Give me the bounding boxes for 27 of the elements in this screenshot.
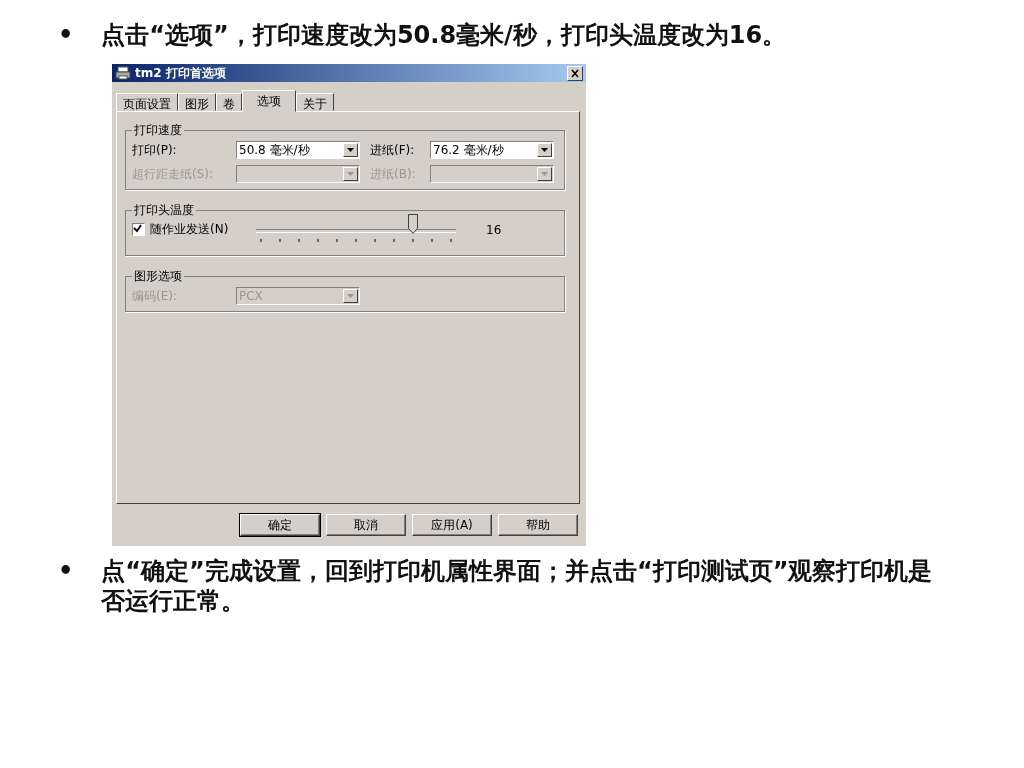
checkbox-label: 随作业发送(N) [150, 221, 229, 238]
slider-value: 16 [486, 223, 502, 237]
tab[interactable]: 选项 [242, 90, 296, 112]
dialog-button[interactable]: 取消 [326, 514, 406, 536]
tab[interactable]: 卷 [216, 93, 242, 111]
bullet: • [58, 556, 74, 587]
instruction-text: 点击“选项”，打印速度改为50.8毫米/秒，打印头温度改为16。 [101, 20, 788, 50]
window-title: tm2 打印首选项 [135, 64, 226, 82]
instruction-text: 点“确定”完成设置，回到打印机属性界面；并点击“打印测试页”观察打印机是否运行正常。 [101, 556, 934, 616]
dialog-button[interactable]: 帮助 [498, 514, 578, 536]
tab[interactable]: 页面设置 [116, 93, 178, 111]
bullet: • [58, 20, 74, 50]
slider-thumb[interactable] [408, 214, 418, 234]
tab[interactable]: 关于 [296, 93, 334, 111]
field-label: 打印(P): [132, 141, 178, 159]
close-button[interactable] [567, 65, 583, 81]
dialog-button[interactable]: 确定 [240, 514, 320, 536]
dropdown[interactable]: 50.8 毫米/秒 [236, 141, 360, 159]
tab[interactable]: 图形 [178, 93, 216, 111]
group-title: 图形选项 [133, 268, 183, 285]
dropdown[interactable]: 76.2 毫米/秒 [430, 141, 554, 159]
printer-icon [115, 66, 131, 80]
checkbox[interactable] [132, 223, 145, 236]
field-label: 进纸(F): [370, 141, 416, 159]
group-title: 打印速度 [133, 122, 183, 139]
group-title: 打印头温度 [133, 202, 195, 219]
dialog-button[interactable]: 应用(A) [412, 514, 492, 536]
